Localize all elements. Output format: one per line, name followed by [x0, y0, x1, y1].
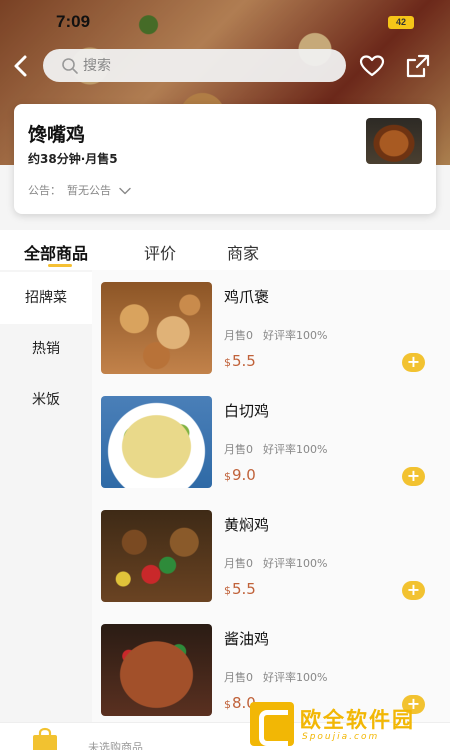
shop-notice[interactable]: 公告： 暂无公告 — [28, 182, 131, 198]
shop-meta: 约38分钟·月售5 — [28, 152, 118, 166]
tab-indicator — [48, 264, 72, 267]
price-currency: $ — [224, 470, 231, 483]
shop-logo — [366, 118, 422, 164]
product-rating: 好评率100% — [263, 557, 328, 570]
product-monthly-sales: 月售0 — [224, 443, 253, 456]
product-price: $9.0 — [224, 466, 256, 484]
product-list: 鸡爪褒 月售0 好评率100% $5.5 + 白切鸡 月售0 好评率100% $9.… — [92, 270, 450, 722]
top-bar — [0, 48, 450, 84]
status-time: 7:09 — [56, 12, 91, 31]
price-currency: $ — [224, 356, 231, 369]
product-image[interactable] — [101, 282, 212, 374]
product-image[interactable] — [101, 624, 212, 716]
watermark: 欧全软件园 Spoujia.com — [250, 702, 446, 746]
category-sidebar: 招牌菜 热销 米饭 — [0, 270, 92, 722]
product-stats: 月售0 好评率100% — [224, 669, 327, 685]
product-price: $5.5 — [224, 352, 256, 370]
notice-text: 暂无公告 — [67, 184, 111, 197]
tab-all-products[interactable]: 全部商品 — [24, 240, 88, 264]
product-rating: 好评率100% — [263, 671, 328, 684]
price-value: 5.5 — [232, 352, 256, 370]
search-icon — [62, 58, 78, 74]
product-rating: 好评率100% — [263, 329, 328, 342]
search-bar[interactable] — [43, 49, 346, 82]
product-name: 鸡爪褒 — [224, 288, 270, 306]
product-item[interactable]: 鸡爪褒 月售0 好评率100% $5.5 + — [92, 270, 450, 384]
notice-label: 公告： — [28, 184, 61, 197]
favorite-icon[interactable] — [358, 52, 386, 80]
product-name: 酱油鸡 — [224, 630, 270, 648]
product-item[interactable]: 白切鸡 月售0 好评率100% $9.0 + — [92, 384, 450, 498]
tab-bar: 全部商品 评价 商家 — [0, 230, 450, 270]
price-currency: $ — [224, 584, 231, 597]
product-image[interactable] — [101, 510, 212, 602]
product-price: $5.5 — [224, 580, 256, 598]
product-stats: 月售0 好评率100% — [224, 441, 327, 457]
watermark-logo — [250, 702, 294, 746]
category-signature[interactable]: 招牌菜 — [0, 272, 92, 324]
product-image[interactable] — [101, 396, 212, 488]
product-item[interactable]: 黄焖鸡 月售0 好评率100% $5.5 + — [92, 498, 450, 612]
shop-page: 7:09 42 馋嘴鸡 约38分钟·月售5 公告： 暂无公告 — [0, 0, 450, 750]
watermark-site: Spoujia.com — [302, 732, 380, 742]
product-stats: 月售0 好评率100% — [224, 327, 327, 343]
chevron-down-icon[interactable] — [118, 187, 131, 195]
product-monthly-sales: 月售0 — [224, 557, 253, 570]
product-rating: 好评率100% — [263, 443, 328, 456]
battery-icon: 42 — [388, 16, 414, 29]
add-to-cart-button[interactable]: + — [402, 467, 425, 486]
tab-reviews[interactable]: 评价 — [144, 240, 176, 264]
share-icon[interactable] — [404, 52, 432, 80]
shop-info-card: 馋嘴鸡 约38分钟·月售5 公告： 暂无公告 — [14, 104, 436, 214]
product-monthly-sales: 月售0 — [224, 671, 253, 684]
shop-name: 馋嘴鸡 — [28, 124, 86, 146]
category-rice[interactable]: 米饭 — [0, 374, 92, 426]
add-to-cart-button[interactable]: + — [402, 353, 425, 372]
watermark-brand: 欧全软件园 — [300, 708, 415, 732]
category-hot[interactable]: 热销 — [0, 323, 92, 375]
shopping-bag-icon[interactable] — [30, 727, 60, 750]
cart-empty-text: 未选购商品 — [88, 741, 143, 750]
product-name: 白切鸡 — [224, 402, 270, 420]
back-icon[interactable] — [8, 52, 34, 80]
add-to-cart-button[interactable]: + — [402, 581, 425, 600]
price-currency: $ — [224, 698, 231, 711]
tab-merchant[interactable]: 商家 — [227, 240, 259, 264]
product-monthly-sales: 月售0 — [224, 329, 253, 342]
status-bar: 7:09 42 — [0, 12, 450, 36]
price-value: 9.0 — [232, 466, 256, 484]
product-stats: 月售0 好评率100% — [224, 555, 327, 571]
product-name: 黄焖鸡 — [224, 516, 270, 534]
search-input[interactable] — [83, 49, 333, 82]
price-value: 5.5 — [232, 580, 256, 598]
